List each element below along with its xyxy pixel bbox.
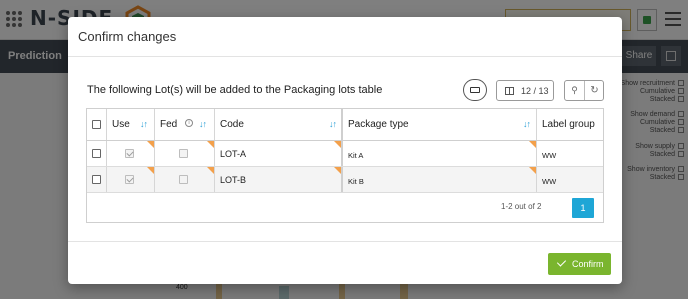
sort-icon[interactable]: ↓↑ [140, 119, 148, 129]
code-cell[interactable]: LOT-B [215, 167, 343, 192]
label-group-cell[interactable]: WW [537, 141, 603, 166]
check-icon [556, 257, 567, 267]
column-header-package-type[interactable]: Package type ↓↑ [343, 109, 537, 140]
confirm-button[interactable]: Confirm [548, 253, 611, 275]
row-select-checkbox[interactable] [92, 149, 101, 158]
table-tool-buttons: ⚲ ↻ [564, 80, 604, 101]
table-title: The following Lot(s) will be added to th… [87, 84, 383, 96]
edited-marker-icon [207, 141, 214, 148]
row-select-checkbox[interactable] [92, 175, 101, 184]
table-row[interactable]: LOT-B Kit B WW [87, 167, 603, 193]
fed-checkbox [179, 175, 188, 184]
use-checkbox [125, 149, 134, 158]
select-all-checkbox[interactable] [92, 120, 101, 129]
table-header-row: Use ↓↑ Fed i ↓↑ Code ↓↑ Package type ↓↑ … [87, 109, 603, 141]
page-button[interactable]: 1 [572, 198, 594, 218]
fed-cell[interactable] [155, 141, 215, 166]
refresh-icon[interactable]: ↻ [586, 82, 603, 99]
edited-marker-icon [529, 167, 536, 174]
confirm-changes-dialog: Confirm changes The following Lot(s) wil… [68, 17, 622, 284]
column-header-code[interactable]: Code ↓↑ [215, 109, 343, 140]
edited-marker-icon [334, 167, 341, 174]
column-counter: 12 / 13 [521, 86, 549, 96]
use-checkbox [125, 175, 134, 184]
use-cell[interactable] [107, 167, 155, 192]
sort-icon[interactable]: ↓↑ [199, 119, 207, 129]
edited-marker-icon [334, 141, 341, 148]
keyboard-shortcuts-button[interactable] [463, 79, 487, 101]
code-cell[interactable]: LOT-A [215, 141, 343, 166]
label-group-cell[interactable]: WW [537, 167, 603, 192]
column-header-label-group[interactable]: Label group [537, 109, 603, 140]
edited-marker-icon [529, 141, 536, 148]
dialog-footer: Confirm [68, 241, 622, 284]
pagination-summary: 1-2 out of 2 [501, 202, 542, 211]
fed-cell[interactable] [155, 167, 215, 192]
package-type-cell[interactable]: Kit B [343, 167, 537, 192]
edited-marker-icon [147, 167, 154, 174]
pin-icon[interactable]: ⚲ [566, 82, 583, 99]
edited-marker-icon [207, 167, 214, 174]
package-type-cell[interactable]: Kit A [343, 141, 537, 166]
dialog-header: Confirm changes [68, 17, 622, 57]
columns-icon [505, 87, 514, 95]
sort-icon[interactable]: ↓↑ [329, 119, 337, 129]
sort-icon[interactable]: ↓↑ [523, 119, 531, 129]
table-row[interactable]: LOT-A Kit A WW [87, 141, 603, 167]
select-all-cell [87, 109, 107, 140]
dialog-title: Confirm changes [78, 29, 177, 44]
info-icon[interactable]: i [185, 119, 193, 127]
keyboard-icon [470, 87, 480, 93]
column-header-use[interactable]: Use ↓↑ [107, 109, 155, 140]
edited-marker-icon [147, 141, 154, 148]
use-cell[interactable] [107, 141, 155, 166]
column-chooser-button[interactable]: 12 / 13 [496, 80, 554, 101]
fed-checkbox [179, 149, 188, 158]
column-header-fed[interactable]: Fed i ↓↑ [155, 109, 215, 140]
